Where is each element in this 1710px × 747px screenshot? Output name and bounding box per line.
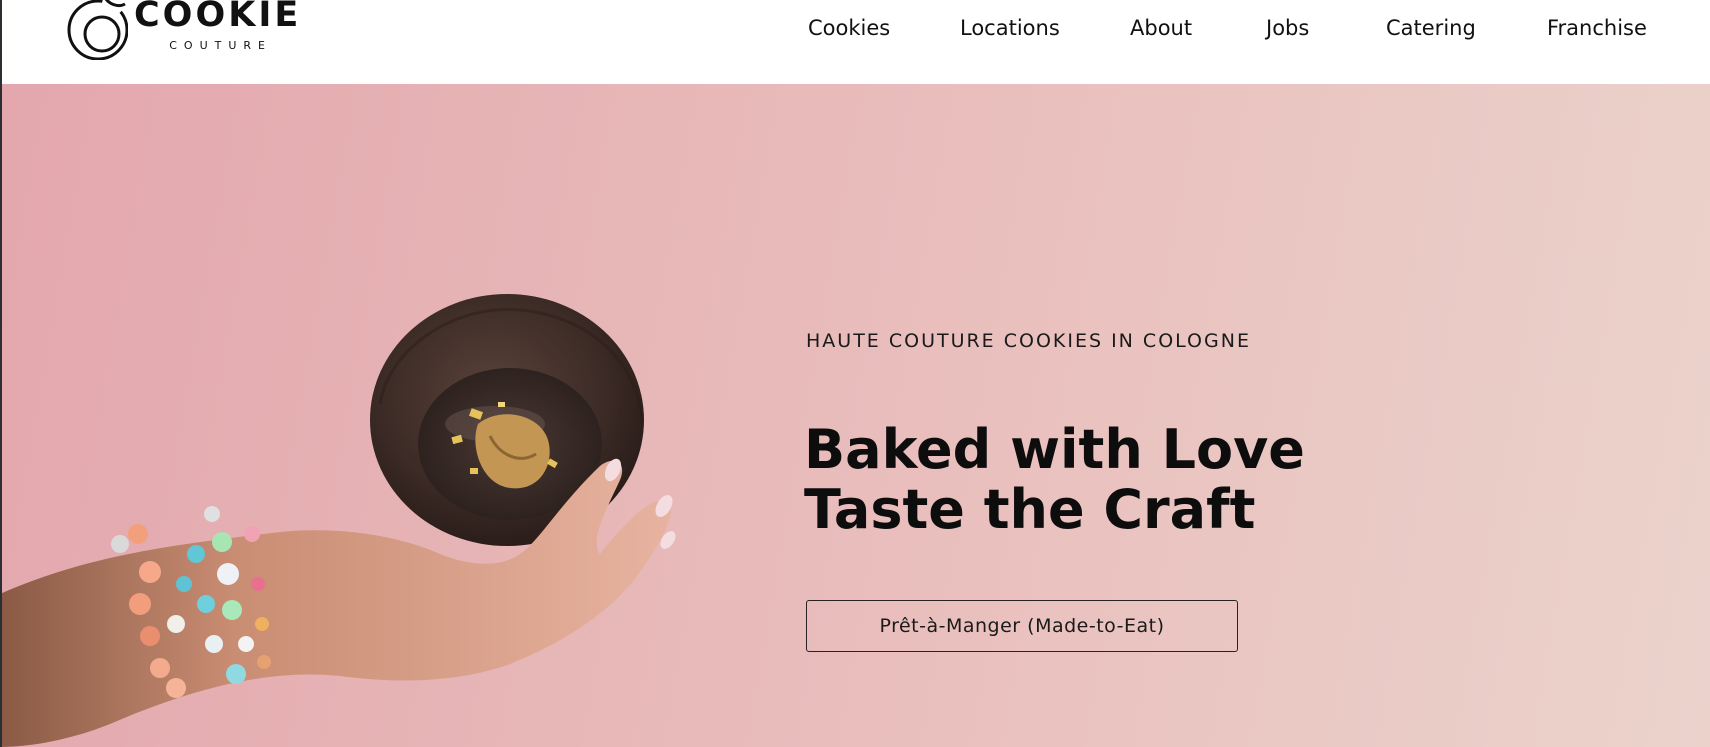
nav-item-about[interactable]: About [1130, 14, 1192, 42]
hero-section: HAUTE COUTURE COOKIES IN COLOGNE Baked w… [0, 84, 1710, 747]
hand-graphic [0, 458, 676, 747]
nav-item-jobs[interactable]: Jobs [1266, 14, 1309, 42]
hero-eyebrow: HAUTE COUTURE COOKIES IN COLOGNE [806, 330, 1251, 352]
window-edge [0, 0, 2, 747]
nav-item-franchise[interactable]: Franchise [1547, 14, 1647, 42]
hero-headline-line1: Baked with Love [804, 418, 1305, 481]
hero-headline-line2: Taste the Craft [804, 478, 1256, 541]
main-nav: Cookies Locations About Jobs Catering Fr… [0, 14, 1710, 44]
made-to-eat-button[interactable]: Prêt-à-Manger (Made-to-Eat) [806, 600, 1238, 652]
page: COOKIE COUTURE Cookies Locations About J… [0, 0, 1710, 747]
nav-item-cookies[interactable]: Cookies [808, 14, 890, 42]
nav-item-locations[interactable]: Locations [960, 14, 1060, 42]
nav-item-catering[interactable]: Catering [1386, 14, 1476, 42]
hero-headline: Baked with Love Taste the Craft [804, 420, 1305, 540]
cookie-in-hand-image [0, 294, 676, 747]
site-header: COOKIE COUTURE Cookies Locations About J… [0, 0, 1710, 84]
